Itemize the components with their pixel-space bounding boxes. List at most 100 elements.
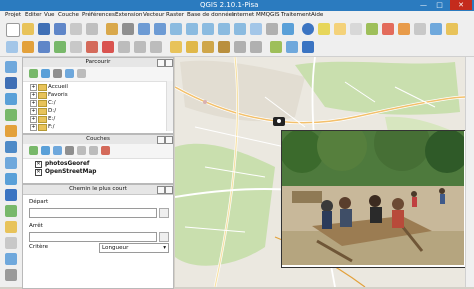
expand-icon[interactable]: + <box>30 84 37 91</box>
add-feature-icon[interactable] <box>54 41 66 53</box>
camera-icon[interactable] <box>273 117 285 126</box>
add-oracle-icon[interactable] <box>5 141 17 153</box>
map-tips-icon[interactable] <box>430 23 442 35</box>
identify-icon[interactable] <box>302 23 314 35</box>
layer-visibility-checkbox[interactable]: ✕ <box>35 169 42 176</box>
close-button[interactable]: ✕ <box>450 0 472 10</box>
add-delimited-text-icon[interactable] <box>5 205 17 217</box>
expand-icon[interactable]: + <box>30 108 37 115</box>
new-bookmark-icon[interactable] <box>266 23 278 35</box>
add-wfs-icon[interactable] <box>5 189 17 201</box>
refresh-icon[interactable] <box>282 23 294 35</box>
add-raster-icon[interactable] <box>5 77 17 89</box>
expand-icon[interactable]: + <box>30 116 37 123</box>
save-as-icon[interactable] <box>54 23 66 35</box>
python-console-icon[interactable] <box>446 23 458 35</box>
zoom-last-icon[interactable] <box>218 23 230 35</box>
add-wcs-icon[interactable] <box>5 173 17 185</box>
expand-icon[interactable]: + <box>30 100 37 107</box>
manage-visibility-icon[interactable] <box>53 146 62 155</box>
add-virtual-layer-icon[interactable] <box>5 253 17 265</box>
new-spatialite-layer-icon[interactable] <box>5 237 17 249</box>
menu-vue[interactable]: Vue <box>44 12 54 18</box>
annotation-icon[interactable] <box>398 23 410 35</box>
layer-row[interactable]: ✕ OpenStreetMap <box>23 168 163 176</box>
plugin-a-icon[interactable] <box>270 41 282 53</box>
float-panel-icon[interactable] <box>157 136 165 144</box>
menu-preferences[interactable]: Préférences <box>82 12 115 18</box>
close-panel-icon[interactable] <box>165 136 173 144</box>
label-show-hide-icon[interactable] <box>202 41 214 53</box>
add-mssql-icon[interactable] <box>5 125 17 137</box>
menu-couche[interactable]: Couche <box>58 12 79 18</box>
label-rotate-icon[interactable] <box>234 41 246 53</box>
new-shapefile-icon[interactable] <box>5 221 17 233</box>
cut-features-icon[interactable] <box>118 41 130 53</box>
node-tool-icon[interactable] <box>86 41 98 53</box>
more-tools-icon[interactable] <box>5 269 17 281</box>
plugin-c-icon[interactable] <box>302 41 314 53</box>
label-pin-icon[interactable] <box>186 41 198 53</box>
zoom-next-icon[interactable] <box>234 23 246 35</box>
label-change-icon[interactable] <box>250 41 262 53</box>
zoom-selection-icon[interactable] <box>202 23 214 35</box>
menu-traitement[interactable]: Traitement <box>281 12 311 18</box>
collapse-all-layers-icon[interactable] <box>89 146 98 155</box>
expand-all-icon[interactable] <box>77 146 86 155</box>
open-project-icon[interactable] <box>22 23 34 35</box>
filter-legend-icon[interactable] <box>65 146 74 155</box>
pan-to-selection-icon[interactable] <box>122 23 134 35</box>
menu-editer[interactable]: Editer <box>25 12 42 18</box>
plugin-b-icon[interactable] <box>286 41 298 53</box>
maximize-button[interactable]: □ <box>432 0 447 10</box>
refresh-browser-icon[interactable] <box>41 69 50 78</box>
float-panel-icon[interactable] <box>157 186 165 194</box>
zoom-full-icon[interactable] <box>170 23 182 35</box>
field-calculator-icon[interactable] <box>366 23 378 35</box>
start-input[interactable] <box>29 208 157 218</box>
save-project-icon[interactable] <box>38 23 50 35</box>
layer-visibility-checkbox[interactable]: ✕ <box>35 161 42 168</box>
collapse-all-icon[interactable] <box>65 69 74 78</box>
map-canvas[interactable] <box>175 57 465 287</box>
toggle-editing-icon[interactable] <box>22 41 34 53</box>
layer-row[interactable]: ✕ photosGeoref <box>23 160 163 168</box>
attribute-table-icon[interactable] <box>350 23 362 35</box>
zoom-out-icon[interactable] <box>154 23 166 35</box>
add-group-icon[interactable] <box>41 146 50 155</box>
tree-item[interactable]: + E:/ <box>23 115 163 123</box>
add-postgis-icon[interactable] <box>5 93 17 105</box>
expand-icon[interactable]: + <box>30 124 37 131</box>
close-panel-icon[interactable] <box>165 59 173 67</box>
add-vector-layer-icon[interactable] <box>6 41 18 53</box>
browser-scrollbar[interactable] <box>166 81 173 131</box>
photo-popup[interactable] <box>280 115 465 268</box>
end-input[interactable] <box>29 232 157 242</box>
menu-internet[interactable]: Internet <box>232 12 254 18</box>
remove-layer-icon[interactable] <box>101 146 110 155</box>
select-features-icon[interactable] <box>318 23 330 35</box>
menu-base-de-donnees[interactable]: Base de données <box>187 12 235 18</box>
tree-item[interactable]: + Favoris <box>23 91 163 99</box>
add-spatialite-icon[interactable] <box>5 109 17 121</box>
save-edits-icon[interactable] <box>38 41 50 53</box>
menu-mmqgis[interactable]: MMQGIS <box>256 12 280 18</box>
menu-projet[interactable]: Projet <box>5 12 21 18</box>
layer-style-icon[interactable] <box>29 146 38 155</box>
end-pick-button[interactable] <box>159 232 169 242</box>
menu-aide[interactable]: Aide <box>311 12 323 18</box>
expand-icon[interactable]: + <box>30 92 37 99</box>
delete-selected-icon[interactable] <box>102 41 114 53</box>
menu-vecteur[interactable]: Vecteur <box>143 12 164 18</box>
start-pick-button[interactable] <box>159 208 169 218</box>
close-panel-icon[interactable] <box>165 186 173 194</box>
menu-raster[interactable]: Raster <box>166 12 184 18</box>
deselect-icon[interactable] <box>334 23 346 35</box>
menu-extension[interactable]: Extension <box>115 12 142 18</box>
new-project-icon[interactable] <box>6 23 20 37</box>
label-tool-icon[interactable] <box>170 41 182 53</box>
add-selected-icon[interactable] <box>29 69 38 78</box>
zoom-native-icon[interactable] <box>250 23 262 35</box>
paste-features-icon[interactable] <box>150 41 162 53</box>
new-composer-icon[interactable] <box>70 23 82 35</box>
